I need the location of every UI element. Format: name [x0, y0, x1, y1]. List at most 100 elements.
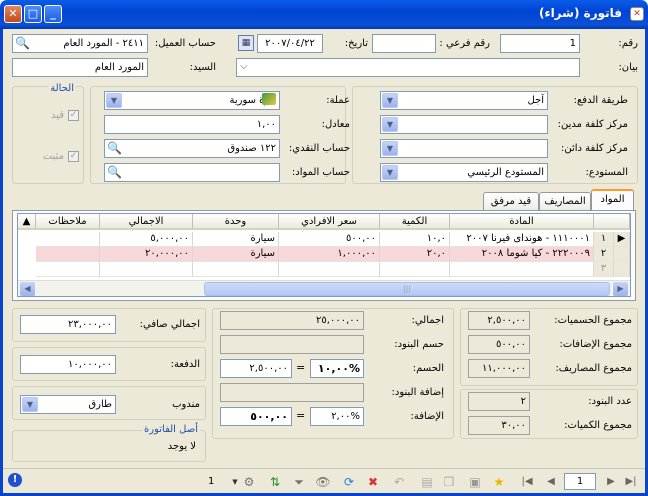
debit-center-select[interactable]: [380, 115, 548, 134]
chevron-down-icon[interactable]: ▼: [382, 93, 398, 108]
save-icon[interactable]: ▣: [466, 473, 484, 491]
grid-cell-price[interactable]: ١,٠٠٠,٠٠: [279, 247, 380, 262]
chevron-down-icon[interactable]: ⌵: [240, 61, 248, 72]
grid-header-price[interactable]: سعر الافرادي: [279, 214, 380, 230]
grid-cell-unit[interactable]: [193, 262, 279, 277]
grid-cell-material[interactable]: ٢٢٢٠٠٠٩ - كيا شوما ٢٠٠٨: [450, 247, 594, 262]
currency-select[interactable]: ليرة سورية: [104, 91, 280, 110]
last-record-icon[interactable]: ▶|: [622, 473, 640, 491]
discount-value-field[interactable]: ٢,٥٠٠,٠٠: [220, 359, 292, 378]
chevron-down-icon[interactable]: ▼: [226, 473, 244, 491]
search-icon[interactable]: 🔍: [15, 36, 30, 50]
addition-sum-field: ٥٠٠,٠٠: [468, 335, 530, 354]
scroll-right-icon[interactable]: ▶: [613, 282, 628, 296]
chevron-down-icon[interactable]: ▼: [106, 93, 122, 108]
posted-label: مثبت: [42, 151, 64, 162]
chevron-down-icon[interactable]: ▼: [382, 141, 398, 156]
grid-header-material[interactable]: المادة: [450, 214, 594, 230]
rep-label: مندوب: [172, 399, 200, 410]
first-record-icon[interactable]: |◀: [518, 473, 536, 491]
grid-cell-unit[interactable]: سيارة: [193, 232, 279, 247]
table-row[interactable]: ٢٠,٠٠٠,٠٠ سيارة ١,٠٠٠,٠٠ ٢٠,٠ ٢٢٢٠٠٠٩ - …: [18, 247, 630, 262]
chevron-down-icon[interactable]: ▼: [382, 117, 398, 132]
warehouse-select[interactable]: المستودع الرئيسي: [380, 163, 548, 182]
cash-account-field[interactable]: ١٢٢ صندوق: [104, 139, 280, 158]
previous-record-icon[interactable]: ◀: [542, 473, 560, 491]
item-discount-label: حسم البنود:: [394, 339, 444, 350]
grid-cell-unit[interactable]: سيارة: [193, 247, 279, 262]
payment-method-select[interactable]: آجل: [380, 91, 548, 110]
info-icon[interactable]: !: [8, 473, 22, 487]
credit-center-select[interactable]: [380, 139, 548, 158]
maximize-button[interactable]: □: [24, 5, 42, 23]
chevron-down-icon[interactable]: ▼: [22, 397, 38, 412]
posted-checkbox[interactable]: ✓: [68, 151, 79, 162]
discount-percent-field[interactable]: %١٠,٠٠: [310, 359, 364, 378]
next-record-icon[interactable]: ▶: [602, 473, 620, 491]
grid-cell-notes[interactable]: [36, 247, 100, 262]
mister-field[interactable]: المورد العام: [12, 58, 148, 77]
calendar-icon[interactable]: ▦: [238, 35, 254, 51]
statement-field[interactable]: [236, 58, 580, 77]
scroll-left-icon[interactable]: ◀: [20, 282, 35, 296]
table-row[interactable]: ٥,٠٠٠,٠٠ سيارة ٥٠٠,٠٠ ١٠,٠ ١١١٠٠٠١ - هون…: [18, 232, 630, 247]
grid-cell-qty[interactable]: ١٠,٠: [380, 232, 450, 247]
addition-sum-label: مجموع الإضافات:: [559, 339, 632, 350]
grid-cell-material[interactable]: [450, 262, 594, 277]
addition-percent-field[interactable]: %٢,٠٠: [310, 407, 364, 426]
copy-icon[interactable]: ❐: [440, 473, 458, 491]
grid-cell-price[interactable]: [279, 262, 380, 277]
undo-icon[interactable]: ↶: [390, 473, 408, 491]
filter-icon[interactable]: ⏷: [290, 473, 308, 491]
tab-materials[interactable]: المواد: [591, 189, 634, 210]
grid-cell-price[interactable]: ٥٠٠,٠٠: [279, 232, 380, 247]
payment-method-label: طريقة الدفع:: [573, 95, 628, 106]
delete-icon[interactable]: ✖: [364, 473, 382, 491]
subnumber-field[interactable]: [372, 34, 436, 53]
total-field: ٢٥,٠٠٠,٠٠: [220, 311, 364, 330]
addition-value-field[interactable]: ٥٠٠,٠٠: [220, 407, 292, 426]
rate-label: معادل:: [321, 119, 350, 130]
date-field[interactable]: ٢٠٠٧/٠٤/٢٢: [257, 34, 323, 53]
grid-header-unit[interactable]: وحدة: [193, 214, 279, 230]
record-number-field[interactable]: 1: [564, 473, 596, 490]
search-icon[interactable]: 🔍: [107, 165, 122, 179]
materials-account-field[interactable]: [104, 163, 280, 182]
total-label: اجمالي:: [411, 315, 444, 326]
paste-icon[interactable]: ▤: [418, 473, 436, 491]
net-total-field[interactable]: ٢٣,٠٠٠,٠٠: [20, 315, 116, 334]
grid-cell-qty[interactable]: [380, 262, 450, 277]
grid-header-total[interactable]: الاجمالي: [100, 214, 193, 230]
view-icon[interactable]: 👁: [314, 473, 332, 491]
rate-field[interactable]: ١,٠٠: [104, 115, 280, 134]
customer-field[interactable]: ٢٤١١ - المورد العام: [12, 34, 148, 53]
paid-field[interactable]: ١٠,٠٠٠,٠٠: [20, 355, 116, 374]
chevron-down-icon[interactable]: ▼: [382, 165, 398, 180]
tab-expenses[interactable]: المصاريف: [539, 192, 591, 211]
grid-cell-qty[interactable]: ٢٠,٠: [380, 247, 450, 262]
number-field[interactable]: 1: [500, 34, 580, 53]
scrollbar-thumb[interactable]: |||: [204, 282, 610, 296]
grid-cell-total[interactable]: ٥,٠٠٠,٠٠: [100, 232, 193, 247]
horizontal-scrollbar[interactable]: ◀ ||| ▶: [18, 280, 630, 296]
grid-cell-notes[interactable]: [36, 232, 100, 247]
grid-cell-notes[interactable]: [36, 262, 100, 277]
customer-label: حساب العميل:: [154, 38, 216, 49]
star-icon[interactable]: ★: [490, 473, 508, 491]
registered-checkbox[interactable]: ✓: [68, 110, 79, 121]
grid-header-notes[interactable]: ملاحظات: [36, 214, 100, 230]
grid-scroll-up[interactable]: ▲: [18, 214, 36, 230]
refresh-icon[interactable]: ⟳: [340, 473, 358, 491]
minimize-button[interactable]: _: [44, 5, 62, 23]
item-discount-field: [220, 335, 364, 354]
grid-header-qty[interactable]: الكمية: [380, 214, 450, 230]
addition-label: الإضافة:: [410, 411, 444, 422]
grid-cell-total[interactable]: [100, 262, 193, 277]
grid-cell-total[interactable]: ٢٠,٠٠٠,٠٠: [100, 247, 193, 262]
table-row[interactable]: ٣: [18, 262, 630, 277]
close-button[interactable]: ✕: [4, 5, 22, 23]
sort-icon[interactable]: ⇅: [266, 473, 284, 491]
grid-cell-material[interactable]: ١١١٠٠٠١ - هوندای فيرنا ٢٠٠٧: [450, 232, 594, 247]
tab-attached-entry[interactable]: قيد مرفق: [483, 192, 539, 211]
search-icon[interactable]: 🔍: [107, 141, 122, 155]
